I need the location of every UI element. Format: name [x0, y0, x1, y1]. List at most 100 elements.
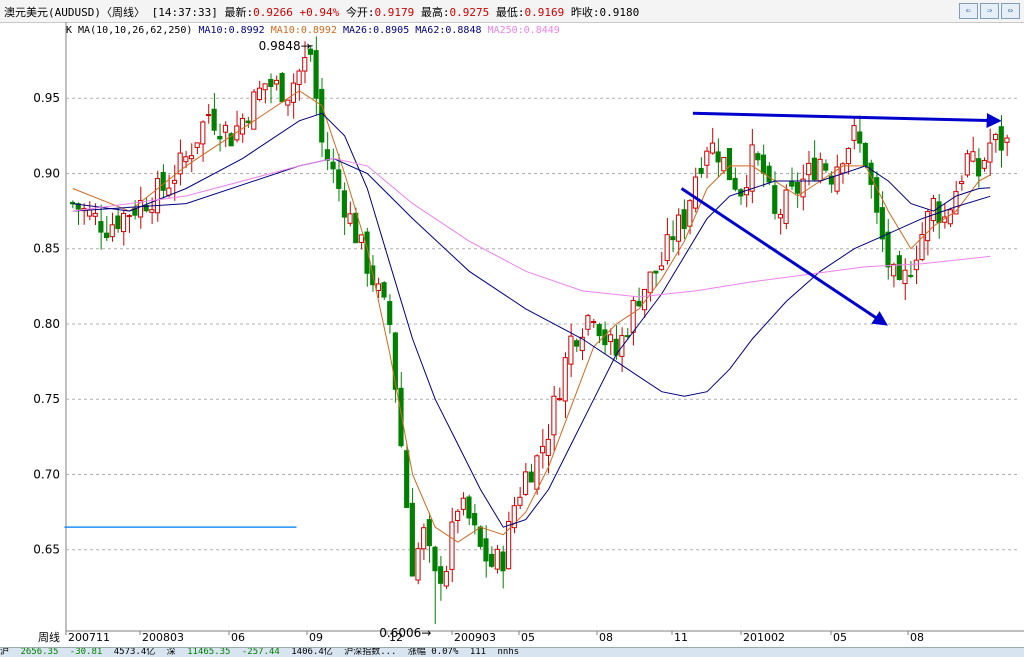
candle-body [188, 155, 195, 160]
candle-body [772, 185, 778, 214]
candle-body [755, 153, 761, 161]
candle-body [545, 438, 551, 456]
candle-body [341, 190, 347, 218]
candle-body [381, 282, 387, 298]
candle-body [823, 163, 829, 171]
candle-body [98, 221, 104, 233]
y-tick-label: 0.70 [33, 467, 60, 481]
candle-body [398, 387, 404, 447]
x-tick-label: 200803 [142, 631, 184, 644]
candle-body [653, 270, 659, 274]
candle-body [347, 213, 353, 224]
candle-body [358, 234, 364, 243]
candle-body [1004, 137, 1010, 143]
candle-body [205, 114, 212, 117]
candle-body [670, 236, 676, 241]
candle-body [245, 120, 251, 124]
candle-body [460, 497, 466, 510]
candle-body [607, 334, 614, 343]
candle-body [783, 189, 789, 224]
candle-body [806, 162, 812, 176]
candle-body [896, 255, 902, 281]
x-tick-label: 201002 [743, 631, 785, 644]
candle-body [959, 181, 965, 185]
candle-body [840, 163, 846, 174]
x-tick-label: 200711 [68, 631, 110, 644]
candle-body [268, 79, 274, 87]
candle-body [375, 283, 381, 291]
candle-body [523, 471, 529, 495]
candle-body [483, 538, 489, 562]
candle-body [540, 445, 546, 454]
x-tick-label: 05 [833, 631, 847, 644]
candle-body [409, 502, 415, 577]
candle-body [426, 519, 432, 547]
candle-body [970, 151, 976, 162]
trendline [692, 111, 1002, 128]
candle-body [585, 315, 591, 330]
candle-body [404, 450, 410, 508]
candle-body [222, 124, 229, 133]
candle-body [930, 197, 936, 222]
candle-body [166, 187, 172, 196]
candle-body [438, 566, 444, 584]
candle-body [154, 178, 161, 214]
candle-body [109, 224, 115, 238]
candle-body [647, 271, 653, 294]
candle-body [568, 335, 574, 365]
candle-body [194, 142, 200, 148]
candle-body [766, 165, 772, 183]
candle-body [494, 548, 500, 570]
candle-body [353, 212, 359, 244]
candle-body [296, 70, 302, 86]
candle-body [92, 212, 98, 217]
candle-body [636, 300, 642, 307]
candle-body [313, 50, 319, 99]
candle-body [115, 215, 121, 230]
high-annotation: 0.9848→ [259, 39, 311, 53]
candle-body [534, 455, 540, 490]
candle-body [415, 548, 421, 581]
candle-body [879, 207, 885, 240]
candle-body [285, 99, 291, 106]
candle-body [256, 87, 263, 100]
candle-body [472, 513, 478, 526]
candle-body [279, 73, 285, 103]
candle-body [664, 234, 670, 262]
candle-body [319, 88, 325, 143]
candle-body [947, 209, 953, 225]
candle-body [687, 200, 693, 227]
candle-body [171, 179, 178, 184]
candle-body [466, 496, 472, 519]
x-tick-label: 200903 [454, 631, 496, 644]
candle-body [976, 158, 982, 177]
candle-body [500, 551, 506, 572]
candle-body [817, 158, 823, 182]
candle-body [993, 133, 999, 141]
candle-body [336, 169, 342, 189]
candle-body [987, 142, 993, 163]
y-tick-label: 0.85 [33, 242, 60, 256]
candle-body [692, 176, 699, 209]
candle-body [619, 335, 625, 357]
candle-body [964, 153, 970, 176]
candle-body [891, 263, 897, 277]
candle-body [573, 340, 580, 347]
candle-body [726, 148, 733, 181]
candle-body [149, 209, 155, 213]
candle-body [273, 79, 280, 85]
candle-body [556, 398, 563, 401]
candle-body [262, 83, 268, 91]
candle-body [675, 214, 682, 242]
candle-body [449, 521, 455, 570]
x-tick-label: 08 [599, 631, 613, 644]
y-tick-label: 0.90 [33, 166, 60, 180]
candle-body [211, 108, 217, 131]
candle-body [981, 160, 987, 169]
period-label: 周线 [38, 630, 60, 644]
y-tick-label: 0.75 [33, 392, 60, 406]
candle-body [777, 213, 783, 219]
candlestick-chart[interactable]: 0.65 0.70 0.75 0.80 0.85 0.90 0.95 周线 200711 2008… [0, 0, 1024, 647]
candle-body [590, 321, 597, 324]
y-tick-label: 0.80 [33, 317, 60, 331]
